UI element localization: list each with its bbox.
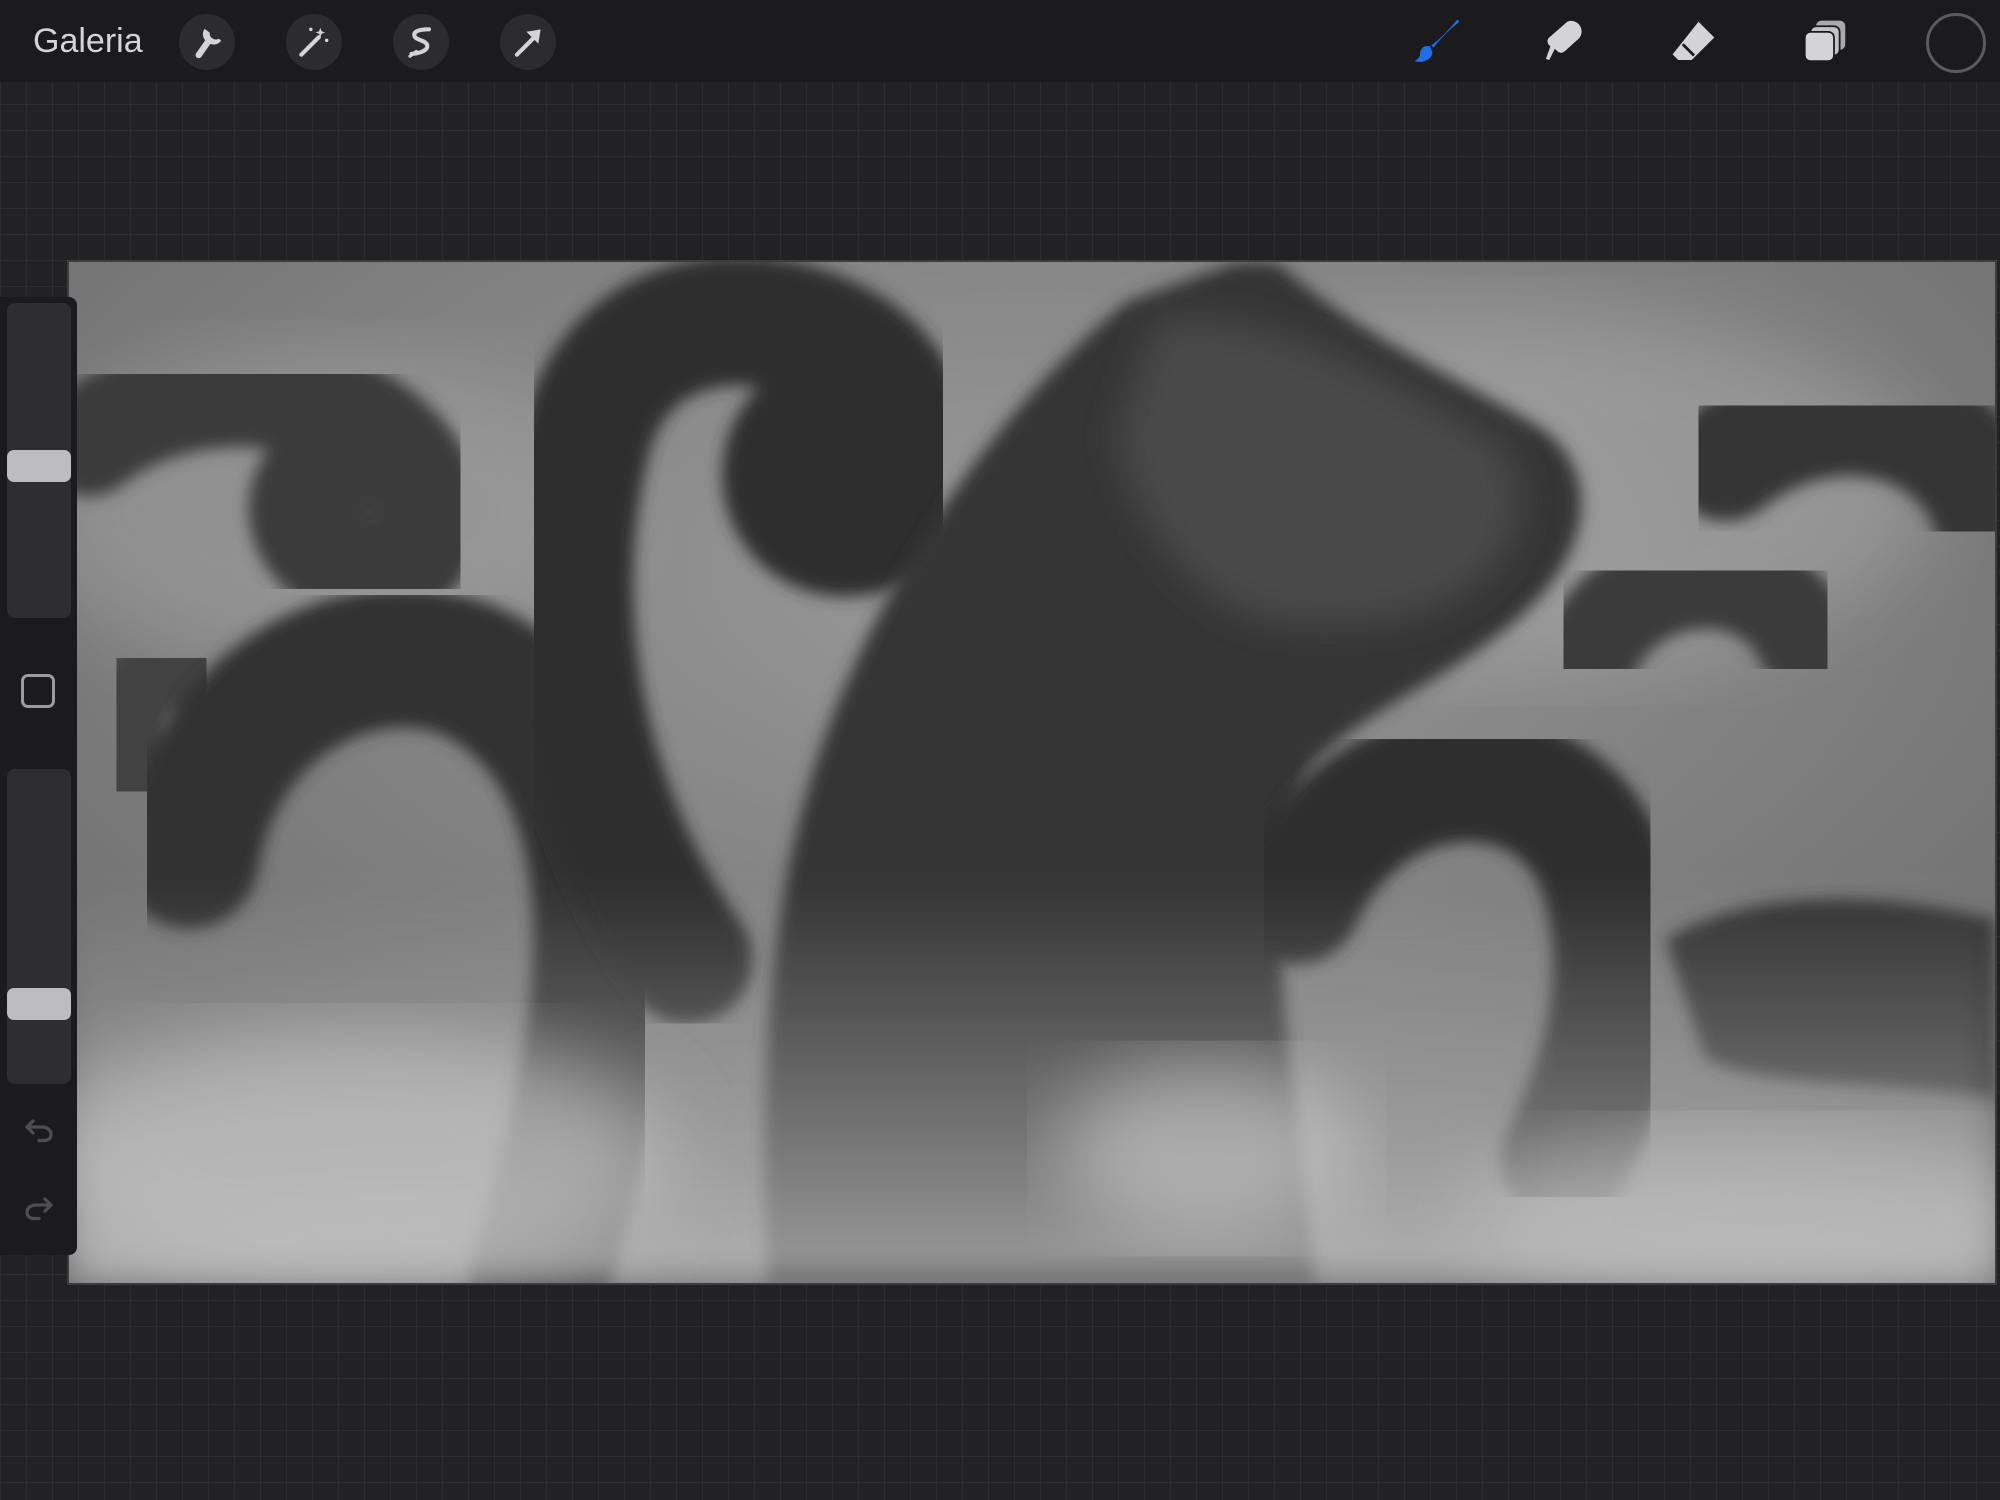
brush-size-thumb[interactable] <box>7 450 71 482</box>
selection-s-icon <box>408 27 431 58</box>
arrow-cursor-icon <box>514 29 541 57</box>
undo-button[interactable] <box>18 1109 60 1151</box>
brush-size-slider[interactable] <box>7 303 71 618</box>
redo-icon <box>25 1197 53 1221</box>
top-toolbar: Galeria <box>0 0 2000 82</box>
brush-icon <box>1414 19 1460 62</box>
adjustments-button[interactable] <box>286 14 342 70</box>
square-modifier-icon[interactable] <box>21 674 55 708</box>
drawing-canvas[interactable] <box>67 260 1997 1285</box>
undo-icon <box>25 1119 53 1143</box>
opacity-slider[interactable] <box>7 769 71 1084</box>
eraser-tool-button[interactable] <box>1662 10 1726 74</box>
layers-icon <box>1803 20 1846 63</box>
eraser-icon <box>1672 21 1715 60</box>
left-sidebar <box>0 297 77 1255</box>
paint-tool-button[interactable] <box>1405 10 1469 74</box>
tentacle-artwork <box>69 262 1995 1283</box>
opacity-thumb[interactable] <box>7 988 71 1020</box>
layers-tool-button[interactable] <box>1793 10 1857 74</box>
selection-button[interactable] <box>393 14 449 70</box>
actions-button[interactable] <box>179 14 235 70</box>
transform-button[interactable] <box>500 14 556 70</box>
redo-button[interactable] <box>18 1187 60 1229</box>
magic-wand-icon <box>299 27 329 57</box>
color-picker-button[interactable] <box>1926 13 1986 73</box>
smudge-icon <box>1545 20 1582 60</box>
gallery-button[interactable]: Galeria <box>33 20 143 62</box>
smudge-tool-button[interactable] <box>1533 10 1597 74</box>
wrench-icon <box>195 28 222 59</box>
